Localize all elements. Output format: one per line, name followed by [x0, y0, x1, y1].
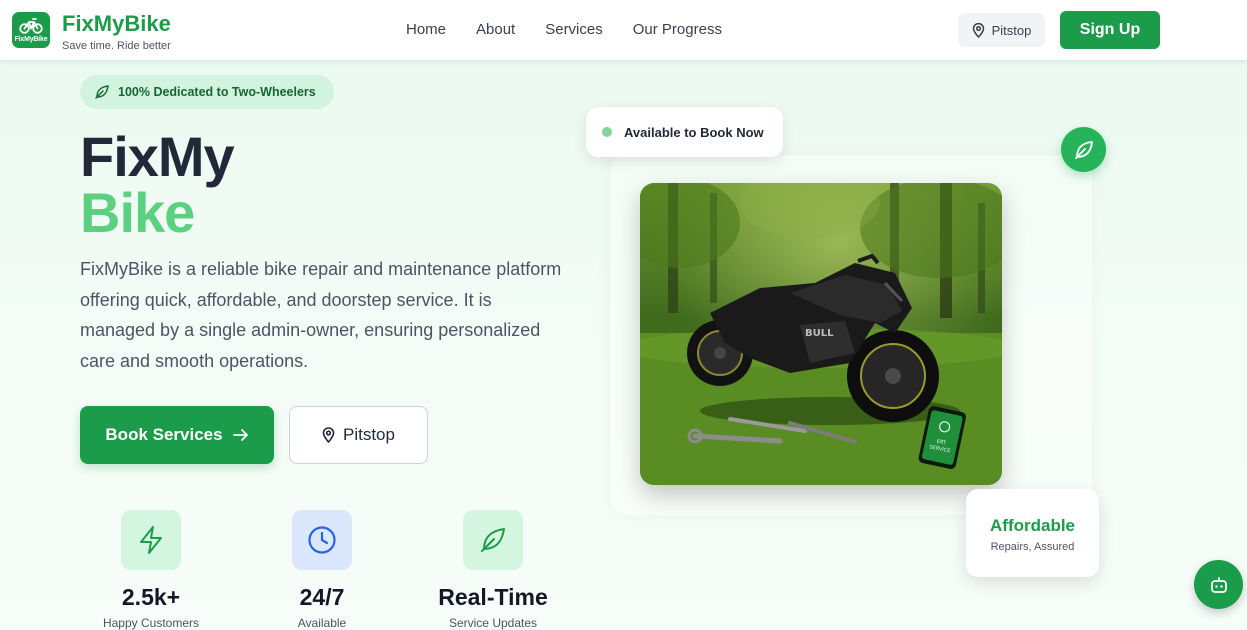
nav-links: Home About Services Our Progress	[406, 21, 722, 38]
nav-link-about[interactable]: About	[476, 21, 515, 38]
stat-label: Available	[297, 616, 347, 630]
nav-link-services[interactable]: Services	[545, 21, 603, 38]
stat-availability: 24/7 Available	[242, 510, 402, 630]
pitstop-label: Pitstop	[343, 425, 395, 444]
dedicated-label: 100% Dedicated to Two-Wheelers	[118, 85, 316, 99]
brand-tagline: Save time. Ride better	[62, 40, 171, 52]
leaf-badge	[1061, 127, 1106, 172]
stat-customers: 2.5k+ Happy Customers	[71, 510, 231, 630]
bike-logo-icon	[19, 18, 43, 34]
book-services-button[interactable]: Book Services	[80, 406, 274, 464]
dedicated-badge: 100% Dedicated to Two-Wheelers	[80, 75, 334, 109]
leaf-icon	[1074, 140, 1093, 159]
hero-title-line2: Bike	[80, 181, 195, 244]
nav-pitstop-label: Pitstop	[991, 22, 1032, 38]
status-dot	[602, 127, 612, 137]
stat-updates: Real-Time Service Updates	[413, 510, 573, 630]
book-services-label: Book Services	[105, 425, 223, 444]
stat-value: 2.5k+	[121, 584, 181, 610]
available-badge: Available to Book Now	[586, 107, 783, 157]
nav-pitstop-button[interactable]: Pitstop	[958, 13, 1045, 47]
motorcycle-image: BULL ERT SERVICE	[640, 183, 1002, 485]
leaf-icon	[95, 85, 109, 99]
pitstop-button[interactable]: Pitstop	[289, 406, 428, 464]
map-pin-icon	[322, 427, 335, 443]
affordable-subtitle: Repairs, Assured	[990, 541, 1075, 553]
robot-icon	[1210, 576, 1227, 593]
available-label: Available to Book Now	[624, 124, 764, 140]
arrow-right-icon	[232, 429, 248, 441]
lightning-icon	[121, 510, 181, 570]
stat-value: Real-Time	[438, 584, 548, 610]
leaf-icon	[463, 510, 523, 570]
nav-link-home[interactable]: Home	[406, 21, 446, 38]
logo-text: FixMyBike	[14, 36, 48, 43]
stat-label: Happy Customers	[102, 616, 200, 630]
navbar: FixMyBike FixMyBike Save time. Ride bett…	[0, 0, 1247, 60]
affordable-title: Affordable	[990, 516, 1075, 535]
map-pin-icon	[972, 22, 984, 38]
logo[interactable]: FixMyBike	[12, 12, 50, 48]
nav-link-our-progress[interactable]: Our Progress	[633, 21, 722, 38]
brand-name[interactable]: FixMyBike	[62, 11, 171, 37]
chatbot-button[interactable]	[1194, 560, 1243, 609]
signup-button[interactable]: Sign Up	[1060, 11, 1160, 49]
affordable-card: Affordable Repairs, Assured	[966, 489, 1099, 577]
hero-description: FixMyBike is a reliable bike repair and …	[80, 259, 562, 371]
stat-value: 24/7	[299, 584, 345, 610]
bike-logo-text: BULL	[805, 328, 834, 339]
stat-label: Service Updates	[448, 616, 538, 630]
clock-icon	[292, 510, 352, 570]
